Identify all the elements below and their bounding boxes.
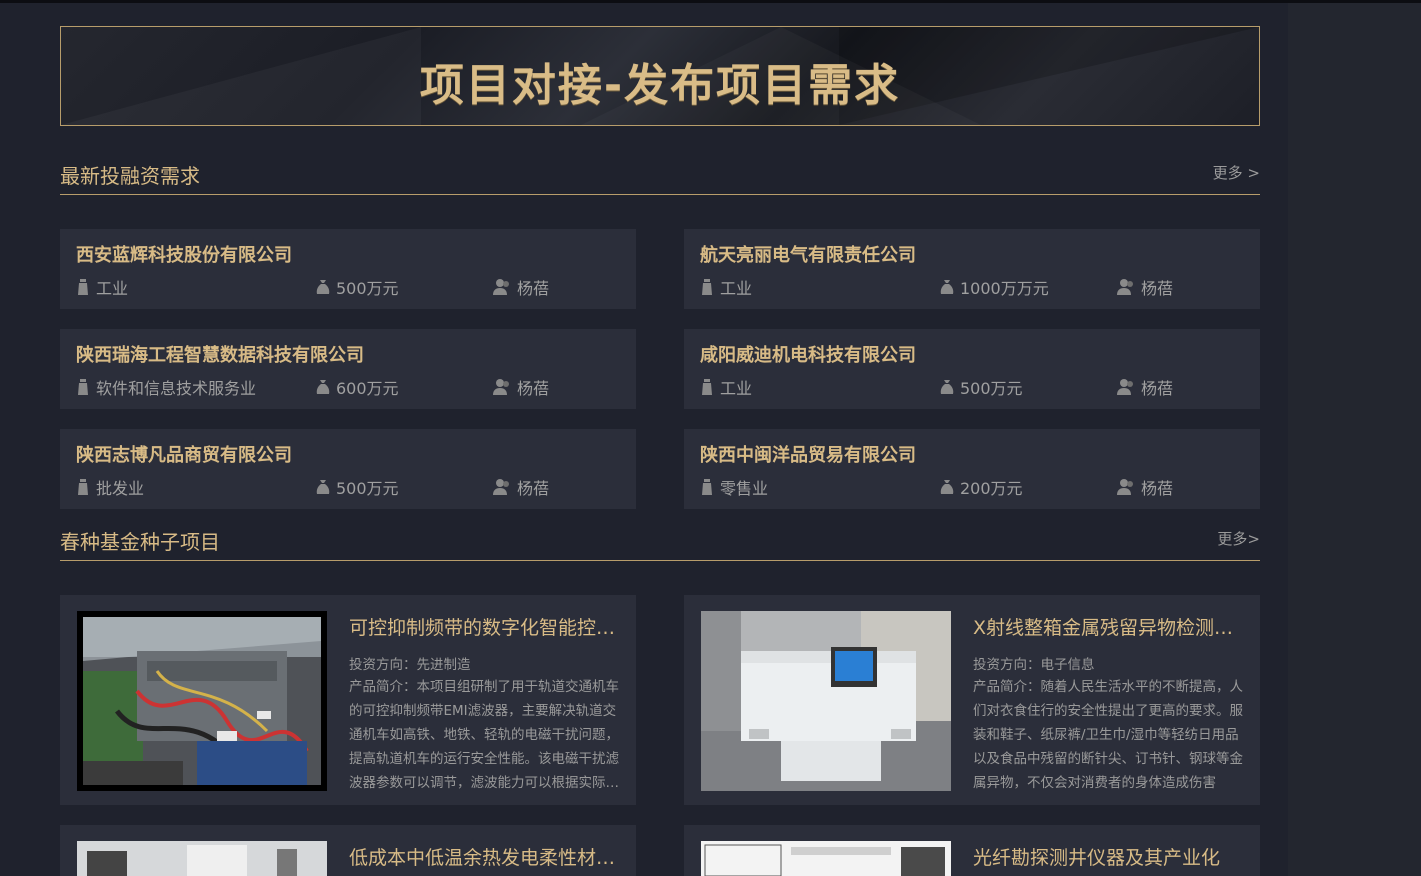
money-bag-icon bbox=[316, 280, 330, 294]
right-gutter bbox=[1288, 3, 1421, 876]
contact-meta: 杨蓓 bbox=[493, 475, 549, 499]
amount-label: 200万元 bbox=[960, 479, 1023, 498]
money-bag-icon bbox=[940, 480, 954, 494]
industry-label: 批发业 bbox=[96, 479, 145, 498]
money-bag-icon bbox=[940, 280, 954, 294]
amount-meta: 600万元 bbox=[316, 375, 399, 399]
industry-meta: 工业 bbox=[700, 275, 752, 299]
user-icon bbox=[493, 279, 509, 295]
top-edge-bar bbox=[0, 0, 1421, 3]
page-banner: 项目对接-发布项目需求 bbox=[60, 26, 1260, 126]
user-icon bbox=[1117, 279, 1133, 295]
contact-label: 杨蓓 bbox=[1141, 479, 1174, 498]
banner-title: 项目对接-发布项目需求 bbox=[419, 60, 901, 111]
contact-label: 杨蓓 bbox=[1141, 379, 1174, 398]
amount-meta: 500万元 bbox=[940, 375, 1023, 399]
amount-meta: 500万元 bbox=[316, 475, 399, 499]
industry-label: 工业 bbox=[720, 279, 753, 298]
money-bag-icon bbox=[316, 380, 330, 394]
more-link[interactable]: 更多> bbox=[1217, 528, 1260, 549]
project-image[interactable] bbox=[701, 841, 951, 876]
project-image[interactable] bbox=[77, 611, 327, 791]
industry-meta: 工业 bbox=[76, 275, 128, 299]
project-card[interactable]: 光纤勘探测井仪器及其产业化 bbox=[684, 825, 1260, 876]
contact-meta: 杨蓓 bbox=[1117, 275, 1173, 299]
industry-label: 零售业 bbox=[720, 479, 769, 498]
company-name[interactable]: 航天亮丽电气有限责任公司 bbox=[700, 241, 916, 267]
contact-meta: 杨蓓 bbox=[493, 275, 549, 299]
amount-label: 600万元 bbox=[336, 379, 399, 398]
financing-card[interactable]: 西安蓝辉科技股份有限公司 工业 500万元 杨蓓 bbox=[60, 229, 636, 309]
amount-meta: 1000万万元 bbox=[940, 275, 1049, 299]
industry-icon bbox=[702, 479, 712, 495]
industry-icon bbox=[702, 379, 712, 395]
more-link[interactable]: 更多 > bbox=[1213, 162, 1260, 183]
industry-icon bbox=[78, 379, 88, 395]
project-title[interactable]: 低成本中低温余热发电柔性材料及器件 bbox=[349, 843, 621, 870]
user-icon bbox=[493, 379, 509, 395]
amount-meta: 500万元 bbox=[316, 275, 399, 299]
company-name[interactable]: 陕西中闽洋品贸易有限公司 bbox=[700, 441, 916, 467]
section-title: 最新投融资需求 bbox=[60, 164, 200, 188]
money-bag-icon bbox=[316, 480, 330, 494]
user-icon bbox=[493, 479, 509, 495]
financing-card[interactable]: 陕西中闽洋品贸易有限公司 零售业 200万元 杨蓓 bbox=[684, 429, 1260, 509]
industry-meta: 软件和信息技术服务业 bbox=[76, 375, 256, 399]
industry-meta: 零售业 bbox=[700, 475, 768, 499]
contact-label: 杨蓓 bbox=[1141, 279, 1174, 298]
industry-label: 工业 bbox=[720, 379, 753, 398]
project-title[interactable]: 可控抑制频带的数字化智能控制柜EMI滤波器 bbox=[349, 613, 621, 640]
contact-meta: 杨蓓 bbox=[493, 375, 549, 399]
amount-label: 500万元 bbox=[336, 479, 399, 498]
financing-card[interactable]: 航天亮丽电气有限责任公司 工业 1000万万元 杨蓓 bbox=[684, 229, 1260, 309]
industry-icon bbox=[78, 279, 88, 295]
money-bag-icon bbox=[940, 380, 954, 394]
project-image[interactable] bbox=[701, 611, 951, 791]
project-card[interactable]: X射线整箱金属残留异物检测技术 投资方向：电子信息 产品简介：随着人民生活水平的… bbox=[684, 595, 1260, 805]
company-name[interactable]: 陕西志博凡品商贸有限公司 bbox=[76, 441, 292, 467]
company-name[interactable]: 咸阳威迪机电科技有限公司 bbox=[700, 341, 916, 367]
investment-direction: 投资方向：先进制造 bbox=[349, 657, 471, 673]
industry-icon bbox=[702, 279, 712, 295]
investment-direction: 投资方向：电子信息 bbox=[973, 657, 1095, 673]
financing-card[interactable]: 陕西志博凡品商贸有限公司 批发业 500万元 杨蓓 bbox=[60, 429, 636, 509]
amount-meta: 200万元 bbox=[940, 475, 1023, 499]
project-card[interactable]: 低成本中低温余热发电柔性材料及器件 bbox=[60, 825, 636, 876]
company-name[interactable]: 西安蓝辉科技股份有限公司 bbox=[76, 241, 292, 267]
user-icon bbox=[1117, 379, 1133, 395]
financing-section-header: 最新投融资需求 更多 > bbox=[60, 160, 1260, 195]
seed-section-header: 春种基金种子项目 更多> bbox=[60, 526, 1260, 561]
project-title[interactable]: X射线整箱金属残留异物检测技术 bbox=[973, 613, 1245, 640]
industry-icon bbox=[78, 479, 88, 495]
financing-card[interactable]: 咸阳威迪机电科技有限公司 工业 500万元 杨蓓 bbox=[684, 329, 1260, 409]
project-card[interactable]: 可控抑制频带的数字化智能控制柜EMI滤波器 投资方向：先进制造 产品简介：本项目… bbox=[60, 595, 636, 805]
project-title[interactable]: 光纤勘探测井仪器及其产业化 bbox=[973, 843, 1245, 870]
industry-label: 工业 bbox=[96, 279, 129, 298]
amount-label: 500万元 bbox=[336, 279, 399, 298]
contact-label: 杨蓓 bbox=[517, 279, 550, 298]
contact-label: 杨蓓 bbox=[517, 379, 550, 398]
user-icon bbox=[1117, 479, 1133, 495]
amount-label: 500万元 bbox=[960, 379, 1023, 398]
project-image[interactable] bbox=[77, 841, 327, 876]
contact-meta: 杨蓓 bbox=[1117, 375, 1173, 399]
industry-meta: 批发业 bbox=[76, 475, 144, 499]
company-name[interactable]: 陕西瑞海工程智慧数据科技有限公司 bbox=[76, 341, 364, 367]
industry-label: 软件和信息技术服务业 bbox=[96, 379, 257, 398]
section-title: 春种基金种子项目 bbox=[60, 530, 220, 554]
amount-label: 1000万万元 bbox=[960, 279, 1049, 298]
industry-meta: 工业 bbox=[700, 375, 752, 399]
financing-card[interactable]: 陕西瑞海工程智慧数据科技有限公司 软件和信息技术服务业 600万元 杨蓓 bbox=[60, 329, 636, 409]
project-description: 产品简介：本项目组研制了用于轨道交通机车的可控抑制频带EMI滤波器，主要解决轨道… bbox=[349, 679, 619, 791]
contact-meta: 杨蓓 bbox=[1117, 475, 1173, 499]
project-description: 产品简介：随着人民生活水平的不断提高，人们对衣食住行的安全性提出了更高的要求。服… bbox=[973, 679, 1243, 791]
contact-label: 杨蓓 bbox=[517, 479, 550, 498]
